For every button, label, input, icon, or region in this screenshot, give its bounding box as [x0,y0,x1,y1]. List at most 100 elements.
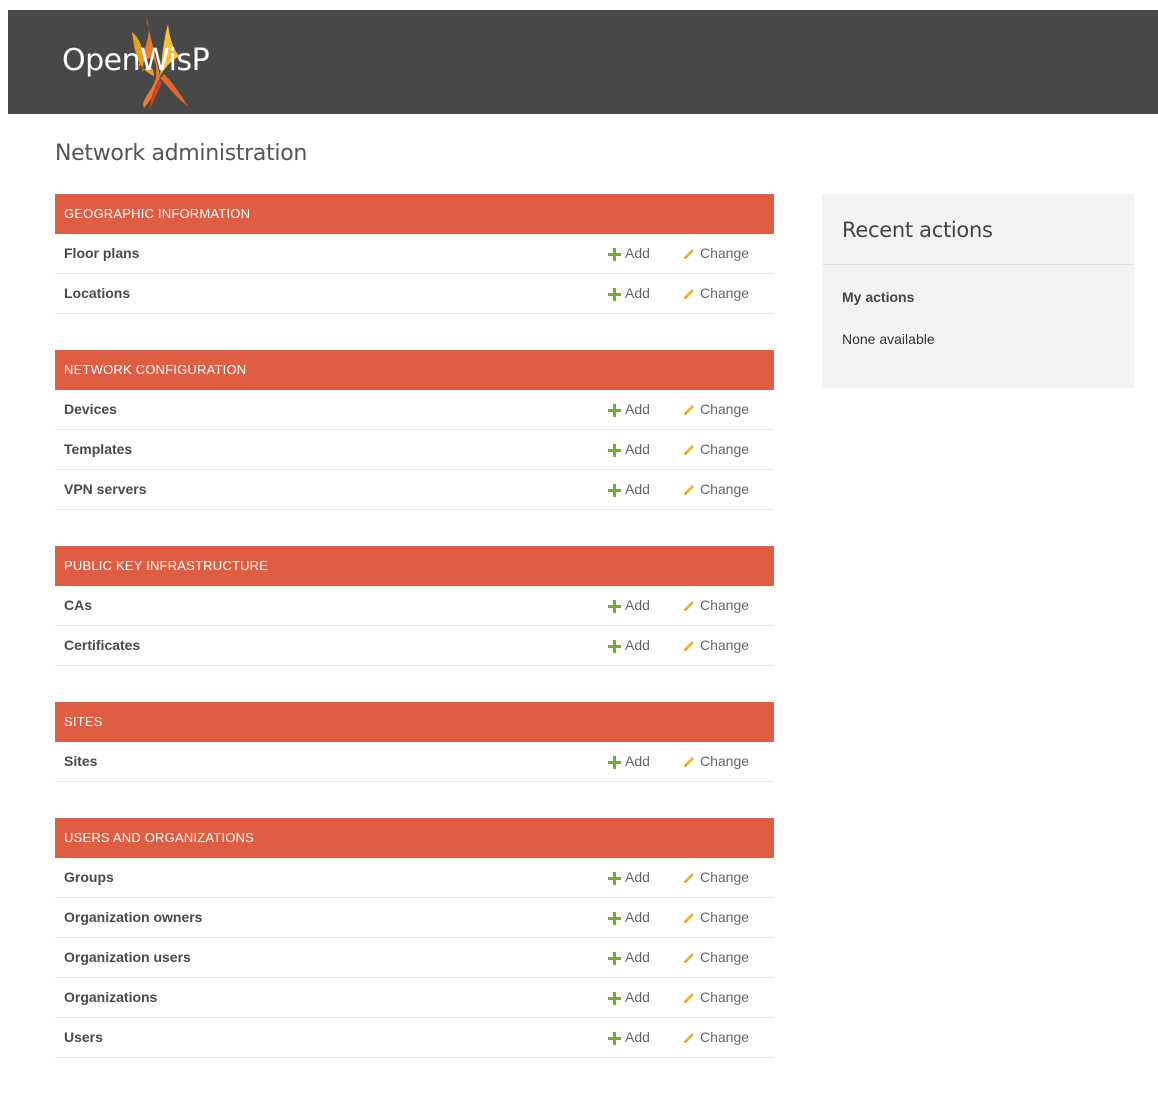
change-link[interactable]: Change [682,390,749,429]
model-link[interactable]: Organization owners [64,898,202,937]
change-link[interactable]: Change [682,858,749,897]
plus-icon [608,911,621,925]
change-label: Change [700,1029,750,1045]
recent-actions-divider [822,264,1134,265]
model-row: Devices Add Change [55,390,774,430]
change-link[interactable]: Change [682,586,749,625]
pencil-icon [682,443,696,457]
model-link[interactable]: Organization users [64,938,191,977]
change-link[interactable]: Change [682,626,749,665]
change-link[interactable]: Change [682,1018,749,1057]
recent-actions-panel: Recent actions My actions None available [822,194,1134,388]
add-link[interactable]: Add [608,234,650,273]
module-0: GEOGRAPHIC INFORMATION Floor plans Add Chan… [55,194,774,314]
add-label: Add [625,597,650,613]
module-header[interactable]: GEOGRAPHIC INFORMATION [55,194,774,234]
change-label: Change [700,481,750,497]
pencil-icon [682,871,696,885]
add-link[interactable]: Add [608,390,650,429]
add-label: Add [625,909,650,925]
change-link[interactable]: Change [682,430,749,469]
plus-icon [608,599,621,613]
pencil-icon [682,639,696,653]
model-row: Templates Add Change [55,430,774,470]
model-row: Groups Add Change [55,858,774,898]
module-1: NETWORK CONFIGURATION Devices Add Change Tem… [55,350,774,510]
add-link[interactable]: Add [608,742,650,781]
module-4: USERS AND ORGANIZATIONS Groups Add Change Or… [55,818,774,1058]
add-link[interactable]: Add [608,1018,650,1057]
model-row: Floor plans Add Change [55,234,774,274]
add-link[interactable]: Add [608,274,650,313]
add-link[interactable]: Add [608,470,650,509]
model-link[interactable]: Certificates [64,626,140,665]
model-row: Sites Add Change [55,742,774,782]
model-row: VPN servers Add Change [55,470,774,510]
module-header[interactable]: USERS AND ORGANIZATIONS [55,818,774,858]
model-row: Organizations Add Change [55,978,774,1018]
change-link[interactable]: Change [682,234,749,273]
add-link[interactable]: Add [608,430,650,469]
plus-icon [608,639,621,653]
add-label: Add [625,285,650,301]
plus-icon [608,1031,621,1045]
model-link[interactable]: Locations [64,274,130,313]
module-header[interactable]: SITES [55,702,774,742]
model-link[interactable]: Groups [64,858,114,897]
add-label: Add [625,989,650,1005]
add-link[interactable]: Add [608,626,650,665]
pencil-icon [682,403,696,417]
add-label: Add [625,401,650,417]
plus-icon [608,247,621,261]
add-link[interactable]: Add [608,898,650,937]
add-label: Add [625,1029,650,1045]
model-link[interactable]: Sites [64,742,97,781]
model-link[interactable]: Organizations [64,978,157,1017]
plus-icon [608,443,621,457]
add-link[interactable]: Add [608,938,650,977]
model-row: Users Add Change [55,1018,774,1058]
model-link[interactable]: Devices [64,390,117,429]
plus-icon [608,991,621,1005]
change-link[interactable]: Change [682,978,749,1017]
change-link[interactable]: Change [682,742,749,781]
openwisp-logo[interactable]: OpenWisP [62,16,262,112]
model-row: Organization owners Add Change [55,898,774,938]
pencil-icon [682,247,696,261]
add-link[interactable]: Add [608,978,650,1017]
add-link[interactable]: Add [608,858,650,897]
model-link[interactable]: Floor plans [64,234,139,273]
change-label: Change [700,949,750,965]
add-link[interactable]: Add [608,586,650,625]
add-label: Add [625,481,650,497]
pencil-icon [682,991,696,1005]
model-link[interactable]: CAs [64,586,92,625]
change-link[interactable]: Change [682,938,749,977]
change-link[interactable]: Change [682,470,749,509]
pencil-icon [682,951,696,965]
logo-text: OpenWisP [62,43,210,78]
add-label: Add [625,441,650,457]
app-module-list: GEOGRAPHIC INFORMATION Floor plans Add Chan… [55,194,774,1094]
model-link[interactable]: Templates [64,430,132,469]
model-link[interactable]: VPN servers [64,470,147,509]
change-label: Change [700,869,750,885]
change-label: Change [700,989,750,1005]
pencil-icon [682,755,696,769]
plus-icon [608,287,621,301]
page-title: Network administration [55,141,308,166]
pencil-icon [682,911,696,925]
module-header[interactable]: PUBLIC KEY INFRASTRUCTURE [55,546,774,586]
model-link[interactable]: Users [64,1018,103,1057]
no-actions-text: None available [842,331,935,347]
change-link[interactable]: Change [682,274,749,313]
module-header[interactable]: NETWORK CONFIGURATION [55,350,774,390]
model-row: CAs Add Change [55,586,774,626]
change-link[interactable]: Change [682,898,749,937]
change-label: Change [700,637,750,653]
plus-icon [608,483,621,497]
top-header-bar: OpenWisP [8,10,1158,114]
change-label: Change [700,753,750,769]
module-2: PUBLIC KEY INFRASTRUCTURE CAs Add Change Cer… [55,546,774,666]
plus-icon [608,951,621,965]
